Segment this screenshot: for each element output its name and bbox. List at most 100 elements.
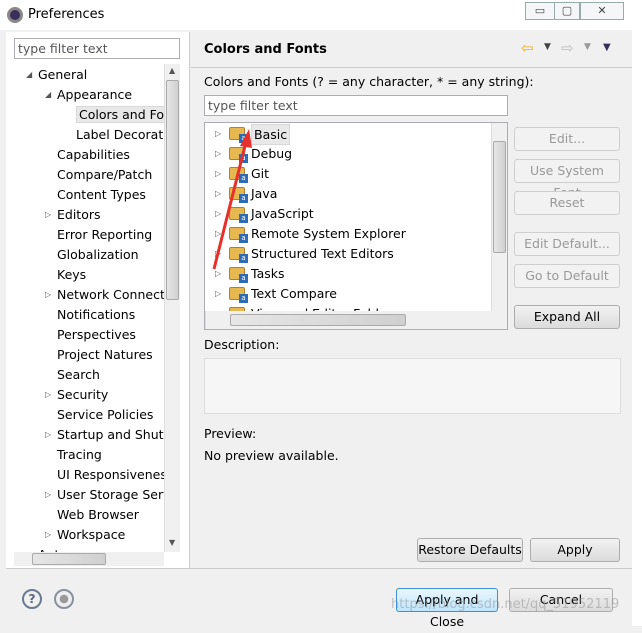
- category-label: Tasks: [251, 266, 285, 281]
- back-dropdown-icon[interactable]: ▼: [544, 42, 551, 52]
- eclipse-icon: [7, 7, 23, 23]
- edit-button[interactable]: Edit...: [514, 127, 620, 151]
- category-label: Basic: [251, 124, 291, 145]
- edit-default-button[interactable]: Edit Default...: [514, 232, 620, 256]
- tree-item[interactable]: UI Responsiveness: [57, 465, 164, 484]
- category-horizontal-scrollbar[interactable]: [205, 311, 507, 329]
- collapsed-arrow-icon[interactable]: ▷: [215, 284, 221, 303]
- tree-item[interactable]: Perspectives: [57, 325, 136, 344]
- category-filter-input[interactable]: type filter text: [204, 95, 508, 116]
- tree-item[interactable]: ◢ Appearance: [45, 85, 133, 104]
- forward-arrow-icon[interactable]: ⇨: [561, 39, 574, 57]
- tree-item[interactable]: ▷ Workspace: [45, 525, 126, 544]
- category-label: View and Editor Folders: [251, 304, 398, 311]
- scroll-up-icon[interactable]: ▲: [169, 66, 175, 75]
- tree-item[interactable]: Error Reporting: [57, 225, 152, 244]
- preview-text: No preview available.: [204, 448, 339, 463]
- collapsed-arrow-icon[interactable]: ▷: [215, 304, 221, 311]
- preference-tree: ◢ General ◢ Appearance Colors and Fonts Label…: [14, 64, 164, 552]
- tree-item-label: Web Browser: [57, 507, 139, 522]
- view-menu-icon[interactable]: ▼: [603, 42, 611, 53]
- tree-item-label: UI Responsiveness: [57, 467, 164, 482]
- category-vertical-scrollbar[interactable]: [491, 123, 507, 311]
- tree-item-label: Appearance: [57, 87, 133, 102]
- tree-item[interactable]: Colors and Fonts: [76, 105, 164, 124]
- scroll-down-icon[interactable]: ▼: [169, 538, 175, 547]
- expand-all-button[interactable]: Expand All: [514, 305, 620, 329]
- tree-item[interactable]: Compare/Patch: [57, 165, 152, 184]
- maximize-button[interactable]: ▢: [554, 2, 580, 20]
- tree-item[interactable]: ▷ Security: [45, 385, 109, 404]
- tree-vertical-scrollbar[interactable]: ▲ ▼: [164, 64, 180, 552]
- collapsed-arrow-icon[interactable]: ▷: [45, 285, 51, 304]
- scroll-thumb[interactable]: [493, 141, 506, 253]
- tree-item-label: Keys: [57, 267, 87, 282]
- category-label: JavaScript: [251, 206, 314, 221]
- tree-item-label: Project Natures: [57, 347, 153, 362]
- apply-button[interactable]: Apply: [530, 538, 620, 562]
- page-title: Colors and Fonts: [204, 42, 327, 57]
- tree-horizontal-scrollbar[interactable]: [14, 552, 164, 566]
- collapsed-arrow-icon[interactable]: ▷: [45, 425, 51, 444]
- tree-filter-input[interactable]: type filter text: [14, 38, 180, 59]
- collapsed-arrow-icon[interactable]: ▷: [45, 485, 51, 504]
- tree-item-label: User Storage Service: [57, 487, 164, 502]
- tree-item[interactable]: ◢ General: [26, 65, 87, 84]
- preference-tree-panel: type filter text ◢ General ◢ Appearance Colo…: [6, 32, 190, 568]
- tree-item[interactable]: ▷ User Storage Service: [45, 485, 164, 504]
- collapsed-arrow-icon[interactable]: ▷: [45, 525, 51, 544]
- watermark: https://blog.csdn.net/qq_51952119: [391, 597, 620, 612]
- restore-defaults-button[interactable]: Restore Defaults: [417, 538, 523, 562]
- tree-item[interactable]: Globalization: [57, 245, 139, 264]
- tree-item[interactable]: Tracing: [57, 445, 102, 464]
- back-arrow-icon[interactable]: ⇦: [521, 39, 534, 57]
- tree-item-label: Notifications: [57, 307, 136, 322]
- preview-label: Preview:: [204, 426, 257, 441]
- import-export-icon[interactable]: [54, 589, 74, 609]
- expanded-arrow-icon[interactable]: ◢: [45, 85, 51, 104]
- scroll-thumb[interactable]: [166, 80, 179, 300]
- reset-button[interactable]: Reset: [514, 191, 620, 215]
- category-label: Remote System Explorer: [251, 226, 406, 241]
- tree-item[interactable]: Content Types: [57, 185, 146, 204]
- tree-item[interactable]: ▷ Startup and Shutdown: [45, 425, 164, 444]
- tree-item[interactable]: Service Policies: [57, 405, 153, 424]
- collapsed-arrow-icon[interactable]: ▷: [45, 385, 51, 404]
- use-system-font-button[interactable]: Use System Font: [514, 159, 620, 200]
- collapsed-arrow-icon[interactable]: ▷: [26, 545, 32, 552]
- h-scroll-thumb[interactable]: [230, 314, 406, 326]
- tree-item-label: Error Reporting: [57, 227, 153, 242]
- tree-item-label: Colors and Fonts: [76, 106, 164, 123]
- collapsed-arrow-icon[interactable]: ▷: [45, 205, 51, 224]
- tree-item[interactable]: Keys: [57, 265, 86, 284]
- tree-item-label: Perspectives: [57, 327, 136, 342]
- expanded-arrow-icon[interactable]: ◢: [26, 65, 32, 84]
- tree-item[interactable]: Web Browser: [57, 505, 139, 524]
- help-icon[interactable]: ?: [22, 589, 42, 609]
- tree-item-label: Security: [57, 387, 109, 402]
- tree-item[interactable]: ▷ Editors: [45, 205, 101, 224]
- tree-item[interactable]: Search: [57, 365, 100, 384]
- minimize-button[interactable]: ▭: [525, 2, 555, 20]
- go-to-default-button[interactable]: Go to Default: [514, 264, 620, 288]
- page-header: Colors and Fonts ⇦ ▼ ⇨ ▼ ▼: [191, 32, 632, 68]
- forward-dropdown-icon[interactable]: ▼: [584, 42, 591, 52]
- tree-item-label: Search: [57, 367, 100, 382]
- tree-item[interactable]: Capabilities: [57, 145, 130, 164]
- tree-item-label: Tracing: [57, 447, 102, 462]
- close-button[interactable]: ✕: [580, 2, 624, 20]
- h-scroll-thumb[interactable]: [32, 553, 106, 565]
- category-label: Text Compare: [251, 286, 337, 301]
- font-folder-icon: [229, 287, 248, 303]
- tree-item[interactable]: Notifications: [57, 305, 135, 324]
- tree-item[interactable]: ▷ Network Connections: [45, 285, 164, 304]
- tree-item-label: Workspace: [57, 527, 126, 542]
- tree-item[interactable]: Label Decorations: [76, 125, 164, 144]
- tree-item[interactable]: Project Natures: [57, 345, 153, 364]
- annotation-arrow: [212, 129, 252, 270]
- tree-item-label: Content Types: [57, 187, 146, 202]
- category-label: Structured Text Editors: [251, 246, 394, 261]
- tree-item-label: Capabilities: [57, 147, 130, 162]
- tree-item-label: Editors: [57, 207, 101, 222]
- tree-item[interactable]: ▷Ant: [26, 545, 59, 552]
